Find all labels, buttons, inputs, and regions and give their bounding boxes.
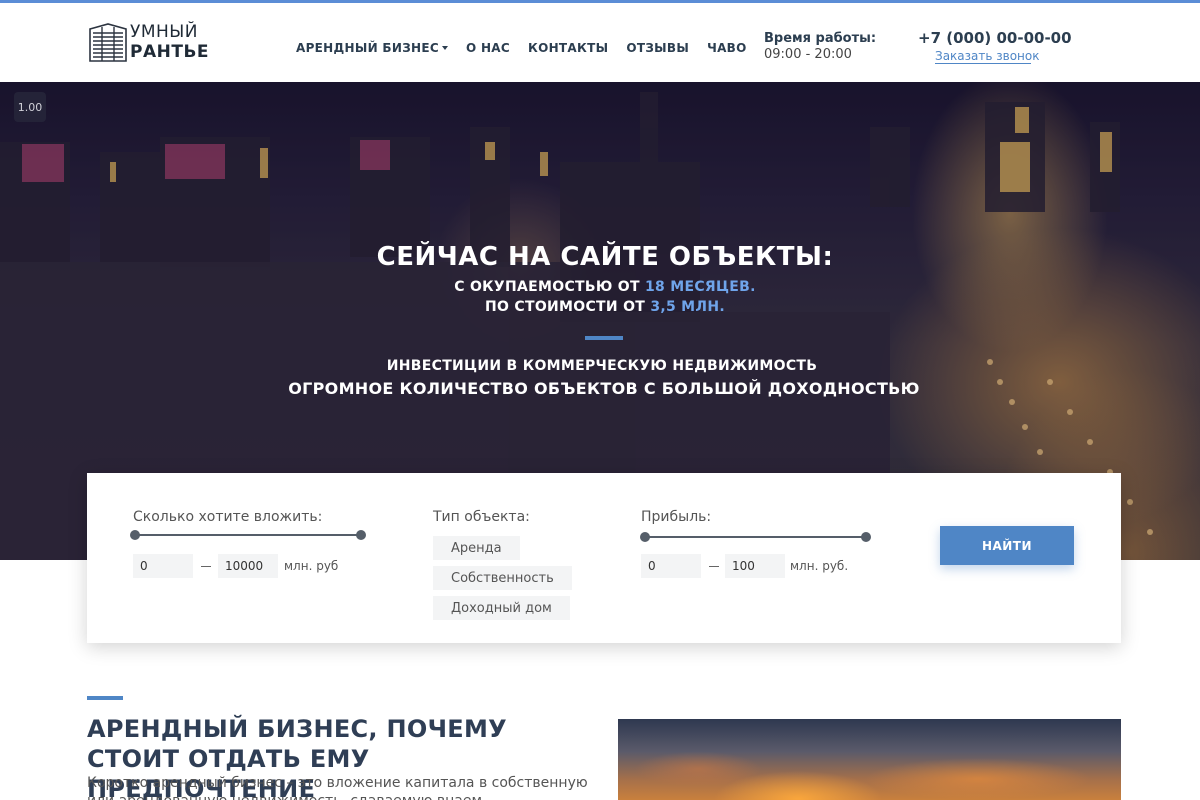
profit-range-dash xyxy=(709,566,719,567)
invest-from-input[interactable] xyxy=(133,554,193,578)
logo[interactable]: УМНЫЙ РАНТЬЕ xyxy=(88,21,238,65)
profit-label: Прибыль: xyxy=(641,509,712,525)
invest-label: Сколько хотите вложить: xyxy=(133,509,323,525)
object-type-option-rent[interactable]: Аренда xyxy=(433,536,520,560)
invest-slider-min-handle[interactable] xyxy=(130,530,140,540)
invest-range-slider[interactable] xyxy=(130,529,366,541)
sunset-image xyxy=(618,719,1121,800)
building-logo-icon xyxy=(89,23,127,62)
invest-range-dash xyxy=(201,566,211,567)
hero-subtitle-objects: ОГРОМНОЕ КОЛИЧЕСТВО ОБЪЕКТОВ С БОЛЬШОЙ Д… xyxy=(288,379,920,398)
search-filter-panel: Сколько хотите вложить: млн. руб Тип объ… xyxy=(87,473,1121,643)
nav-item-contacts[interactable]: КОНТАКТЫ xyxy=(528,39,608,57)
find-button[interactable]: НАЙТИ xyxy=(940,526,1074,565)
hero-subtitle-investments: ИНВЕСТИЦИИ В КОММЕРЧЕСКУЮ НЕДВИЖИМОСТЬ xyxy=(386,358,818,374)
logo-text-line2: РАНТЬЕ xyxy=(130,42,210,62)
section-text: Коротко арендный бизнес – это вложение к… xyxy=(87,775,588,800)
hero-price-line: ПО СТОИМОСТИ ОТ 3,5 МЛН. xyxy=(0,299,1200,315)
object-type-option-income-house[interactable]: Доходный дом xyxy=(433,596,570,620)
profit-slider-min-handle[interactable] xyxy=(640,532,650,542)
working-hours-value: 09:00 - 20:00 xyxy=(764,47,852,62)
invest-slider-max-handle[interactable] xyxy=(356,530,366,540)
contact-block: +7 (000) 00-00-00 Заказать звонок xyxy=(918,29,1072,64)
playback-rate-badge[interactable]: 1.00 xyxy=(14,92,46,122)
invest-unit: млн. руб xyxy=(284,559,339,573)
hero-payback-value: 18 МЕСЯЦЕВ. xyxy=(645,279,756,295)
caret-down-icon xyxy=(441,46,448,50)
site-header: УМНЫЙ РАНТЬЕ АРЕНДНЫЙ БИЗНЕС О НАС КОНТА… xyxy=(0,3,1200,82)
hero-title: СЕЙЧАС НА САЙТЕ ОБЪЕКТЫ: xyxy=(376,242,834,272)
section-accent-bar xyxy=(87,696,123,700)
nav-item-about[interactable]: О НАС xyxy=(466,39,510,57)
nav-item-faq[interactable]: ЧАВО xyxy=(707,39,747,57)
nav-item-label: АРЕНДНЫЙ БИЗНЕС xyxy=(296,41,439,55)
nav-item-reviews[interactable]: ОТЗЫВЫ xyxy=(626,39,689,57)
profit-range-slider[interactable] xyxy=(640,531,871,543)
profit-unit: млн. руб. xyxy=(790,559,849,573)
object-type-label: Тип объекта: xyxy=(433,509,530,525)
main-nav: АРЕНДНЫЙ БИЗНЕС О НАС КОНТАКТЫ ОТЗЫВЫ ЧА… xyxy=(296,39,765,57)
hero-price-prefix: ПО СТОИМОСТИ ОТ xyxy=(485,299,651,315)
hero-price-value: 3,5 МЛН. xyxy=(650,299,725,315)
phone-number[interactable]: +7 (000) 00-00-00 xyxy=(918,29,1072,47)
invest-slider-track xyxy=(135,534,361,536)
callback-link[interactable]: Заказать звонок xyxy=(935,49,1040,64)
profit-to-input[interactable] xyxy=(725,554,785,578)
profit-from-input[interactable] xyxy=(641,554,701,578)
hero-payback-prefix: С ОКУПАЕМОСТЬЮ ОТ xyxy=(454,279,645,295)
hero-payback-line: С ОКУПАЕМОСТЬЮ ОТ 18 МЕСЯЦЕВ. xyxy=(0,279,1200,295)
profit-slider-track xyxy=(645,536,866,538)
hero-divider xyxy=(585,336,623,340)
object-type-option-property[interactable]: Собственность xyxy=(433,566,572,590)
nav-item-rental-business[interactable]: АРЕНДНЫЙ БИЗНЕС xyxy=(296,39,448,57)
working-hours: Время работы: 09:00 - 20:00 xyxy=(764,31,876,62)
logo-text-line1: УМНЫЙ xyxy=(130,22,199,42)
profit-slider-max-handle[interactable] xyxy=(861,532,871,542)
invest-to-input[interactable] xyxy=(218,554,278,578)
working-hours-title: Время работы: xyxy=(764,31,877,46)
